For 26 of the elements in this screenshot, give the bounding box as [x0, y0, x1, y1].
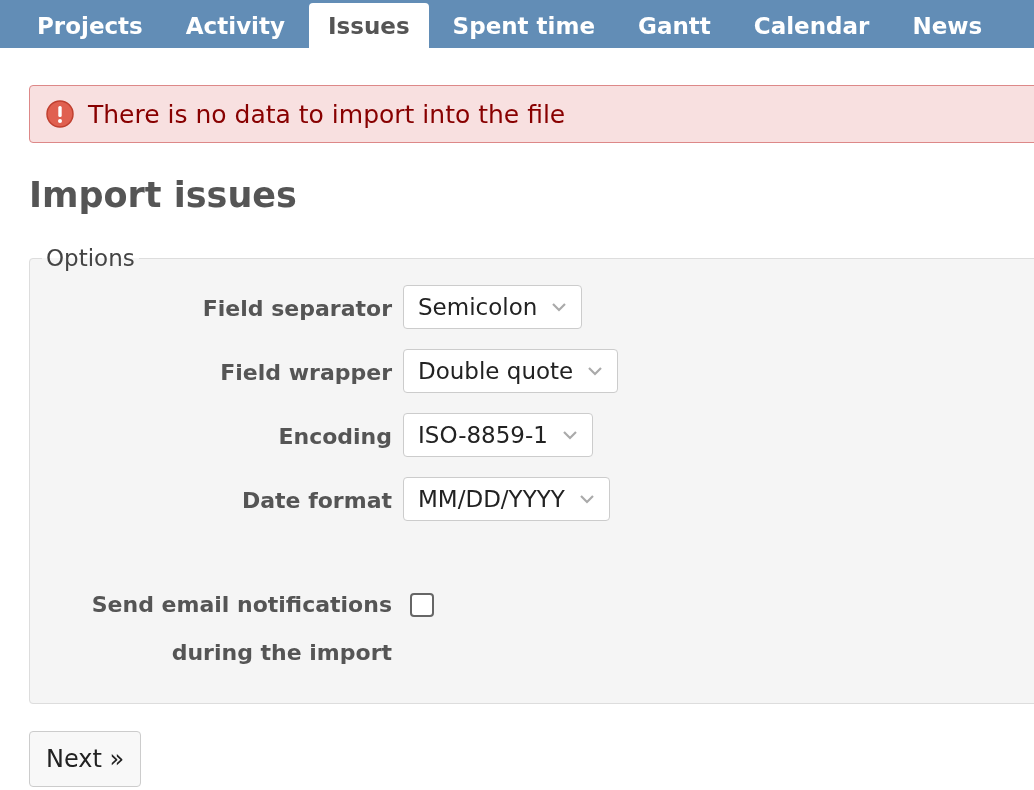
select-field[interactable]: Double quote [403, 349, 619, 393]
nav-tab[interactable]: Gantt [619, 3, 730, 48]
nav-tab[interactable]: Issues [309, 3, 429, 48]
nav-tab[interactable]: Spent time [433, 3, 615, 48]
select-field[interactable]: Semicolon [403, 285, 583, 329]
checkbox[interactable] [410, 593, 434, 617]
panel-legend: Options [42, 245, 139, 271]
nav-tab[interactable]: Calendar [734, 3, 889, 48]
field-label: Field wrapper [219, 359, 392, 387]
nav-tab[interactable]: Activity [166, 3, 304, 48]
chevron-down-icon [561, 430, 578, 440]
next-button[interactable]: Next » [29, 731, 142, 787]
field-label: Date format [240, 487, 392, 515]
field-label: Send email notifications during the import [90, 591, 392, 667]
select-field[interactable]: ISO-8859-1 [403, 413, 593, 457]
nav-tab[interactable]: News [893, 3, 1002, 48]
chevron-down-icon [587, 366, 604, 376]
chevron-down-icon [578, 494, 595, 504]
select-field[interactable]: MM/DD/YYYY [403, 477, 610, 521]
page-title: Import issues [29, 175, 298, 215]
error-icon [46, 100, 74, 128]
field-label: Field separator [201, 295, 392, 323]
chevron-down-icon [551, 302, 568, 312]
field-label: Encoding [277, 423, 392, 451]
nav-tab[interactable]: Projects [18, 3, 162, 48]
error-message: There is no data to import into the file [88, 99, 566, 129]
